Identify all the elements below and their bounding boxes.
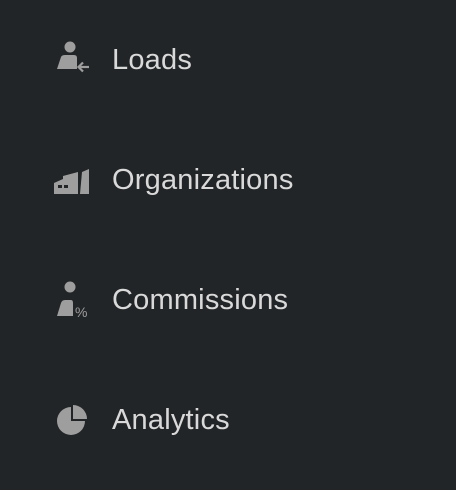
sidebar-item-analytics[interactable]: Analytics	[0, 380, 456, 460]
sidebar-item-commissions[interactable]: % Commissions	[0, 260, 456, 340]
factory-icon	[52, 160, 92, 200]
person-percent-icon: %	[52, 280, 92, 320]
sidebar-item-loads[interactable]: Loads	[0, 20, 456, 100]
sidebar-item-organizations[interactable]: Organizations	[0, 140, 456, 220]
sidebar-item-label: Loads	[112, 43, 193, 76]
svg-text:%: %	[75, 304, 87, 320]
person-arrow-left-icon	[52, 40, 92, 80]
sidebar-nav: Loads Organizations % Commissions Analyt…	[0, 0, 456, 490]
sidebar-item-label: Analytics	[112, 403, 230, 436]
pie-chart-icon	[52, 400, 92, 440]
sidebar-item-label: Commissions	[112, 283, 289, 316]
sidebar-item-label: Organizations	[112, 163, 294, 196]
